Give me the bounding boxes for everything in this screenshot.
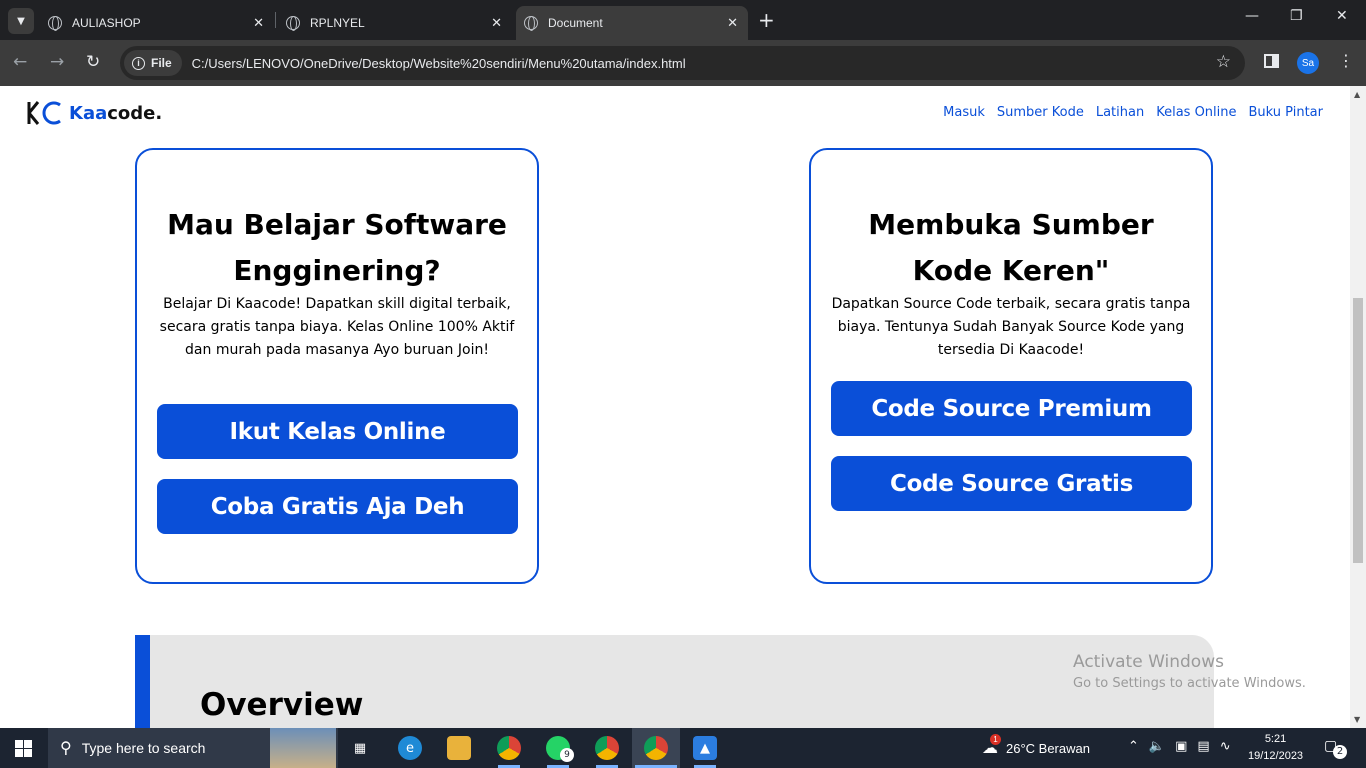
activate-subtitle: Go to Settings to activate Windows. [1073, 676, 1306, 691]
windows-taskbar: ⚲ Type here to search ▦ e 9 ▲ ☁ 1 26°C Be… [0, 728, 1366, 768]
nav-link-latihan[interactable]: Latihan [1096, 105, 1144, 120]
address-toolbar: ← → ↻ i File C:/Users/LENOVO/OneDrive/De… [0, 40, 1366, 86]
chrome-icon[interactable] [497, 736, 521, 760]
close-tab-icon[interactable]: ✕ [727, 15, 738, 31]
whatsapp-badge: 9 [560, 748, 574, 762]
profile-avatar[interactable]: Sa [1297, 52, 1319, 74]
close-tab-icon[interactable]: ✕ [491, 15, 502, 31]
site-logo[interactable]: Kaacode. [27, 100, 162, 126]
windows-start-icon[interactable] [15, 740, 32, 757]
photos-icon[interactable]: ▲ [693, 736, 717, 760]
search-highlight-image [270, 728, 336, 768]
tab-title: Document [548, 16, 603, 30]
browser-tab-strip: ▼ AULIASHOP ✕ RPLNYEL ✕ Document ✕ + — ❐… [0, 0, 1366, 40]
taskbar-clock[interactable]: 5:21 19/12/2023 [1248, 731, 1303, 765]
notification-count: 2 [1333, 745, 1347, 759]
new-tab-button[interactable]: + [758, 8, 775, 32]
bookmark-star-icon[interactable]: ☆ [1216, 52, 1231, 72]
close-tab-icon[interactable]: ✕ [253, 15, 264, 31]
site-info-chip[interactable]: i File [124, 50, 182, 76]
whatsapp-icon[interactable]: 9 [546, 736, 574, 762]
file-explorer-icon[interactable] [447, 736, 471, 760]
ikut-kelas-online-button[interactable]: Ikut Kelas Online [157, 404, 518, 459]
kc-logo-icon [27, 101, 61, 125]
overview-accent-bar [135, 635, 150, 728]
reload-button[interactable]: ↻ [86, 52, 100, 72]
code-source-premium-button[interactable]: Code Source Premium [831, 381, 1192, 436]
weather-badge: 1 [990, 734, 1001, 745]
cloud-sun-icon: ☁ 1 [982, 734, 1001, 758]
tab-document[interactable]: Document ✕ [516, 6, 748, 40]
nav-link-masuk[interactable]: Masuk [943, 105, 985, 120]
logo-text: Kaacode. [69, 102, 163, 124]
top-navigation: Masuk Sumber Kode Latihan Kelas Online B… [943, 105, 1323, 120]
overview-title: Overview [200, 687, 364, 723]
edge-browser-icon[interactable]: e [398, 736, 422, 760]
scroll-up-icon[interactable]: ▲ [1354, 90, 1360, 99]
page-scrollbar[interactable]: ▲ ▼ [1350, 86, 1366, 728]
minimize-button[interactable]: — [1245, 8, 1259, 24]
globe-icon [524, 16, 538, 31]
code-source-gratis-button[interactable]: Code Source Gratis [831, 456, 1192, 511]
weather-widget[interactable]: ☁ 1 26°C Berawan [982, 734, 1090, 758]
clock-time: 5:21 [1264, 733, 1287, 745]
tab-title: RPLNYEL [310, 16, 365, 30]
activate-title: Activate Windows [1073, 652, 1224, 672]
battery-icon[interactable]: ▣ [1175, 739, 1187, 754]
url-text[interactable]: C:/Users/LENOVO/OneDrive/Desktop/Website… [192, 56, 686, 71]
info-icon: i [132, 56, 145, 70]
menu-kebab-icon[interactable]: ⋮ [1338, 51, 1354, 70]
network-icon[interactable]: ▤ [1197, 739, 1209, 754]
wifi-icon[interactable]: ∿ [1220, 739, 1231, 754]
chevron-up-icon[interactable]: ⌃ [1128, 739, 1139, 754]
chrome-active-icon[interactable] [644, 736, 668, 760]
chrome-profile-icon[interactable] [595, 736, 619, 760]
card-title: Mau Belajar Software Engginering? [167, 208, 507, 287]
card-title: Membuka Sumber Kode Keren" [868, 208, 1154, 287]
task-view-icon[interactable]: ▦ [348, 736, 372, 760]
close-window-button[interactable]: ✕ [1336, 8, 1348, 24]
search-icon: ⚲ [60, 740, 72, 757]
tab-separator [275, 12, 276, 28]
source-code-card: Membuka Sumber Kode Keren" Dapatkan Sourc… [809, 148, 1213, 584]
globe-icon [286, 16, 300, 31]
activate-windows-watermark: Activate Windows Go to Settings to activ… [1073, 652, 1306, 691]
tab-search-dropdown[interactable]: ▼ [8, 8, 34, 34]
card-description: Dapatkan Source Code terbaik, secara gra… [831, 296, 1191, 358]
restore-button[interactable]: ❐ [1290, 8, 1303, 24]
notification-center-icon[interactable]: ▢ 2 [1324, 738, 1347, 759]
weather-text: 26°C Berawan [1006, 740, 1090, 756]
search-placeholder: Type here to search [81, 740, 206, 756]
tab-rplnyel[interactable]: RPLNYEL ✕ [286, 6, 512, 40]
nav-link-kelas-online[interactable]: Kelas Online [1156, 105, 1236, 120]
file-label: File [151, 56, 172, 70]
scroll-down-icon[interactable]: ▼ [1354, 715, 1360, 724]
web-page: Kaacode. Masuk Sumber Kode Latihan Kelas… [0, 86, 1350, 728]
system-tray: ⌃ 🔈 ▣ ▤ ∿ [1128, 739, 1231, 754]
side-panel-icon[interactable] [1264, 54, 1279, 68]
overview-section: Overview [135, 635, 1214, 728]
nav-link-sumber-kode[interactable]: Sumber Kode [997, 105, 1084, 120]
omnibox[interactable]: i File C:/Users/LENOVO/OneDrive/Desktop/… [120, 46, 1245, 80]
clock-date: 19/12/2023 [1248, 750, 1304, 762]
scrollbar-thumb[interactable] [1353, 298, 1363, 563]
software-engineering-card: Mau Belajar Software Engginering? Belajar… [135, 148, 539, 584]
volume-icon[interactable]: 🔈 [1149, 739, 1165, 754]
tab-title: AULIASHOP [72, 16, 141, 30]
globe-icon [48, 16, 62, 31]
coba-gratis-button[interactable]: Coba Gratis Aja Deh [157, 479, 518, 534]
back-button[interactable]: ← [13, 52, 27, 72]
card-description: Belajar Di Kaacode! Dapatkan skill digit… [159, 296, 515, 358]
nav-link-buku-pintar[interactable]: Buku Pintar [1249, 105, 1323, 120]
tab-auliashop[interactable]: AULIASHOP ✕ [48, 6, 274, 40]
forward-button[interactable]: → [50, 52, 64, 72]
